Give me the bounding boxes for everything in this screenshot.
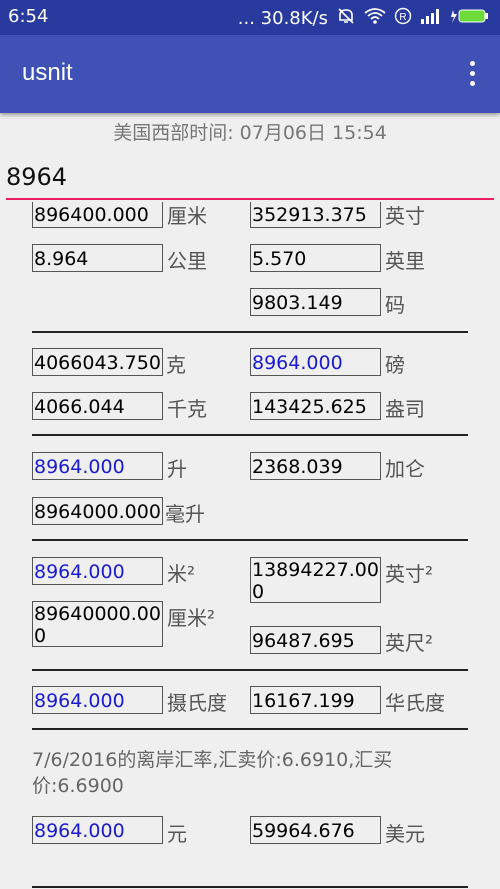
network-speed: ... 30.8K/s: [237, 8, 328, 29]
mile-value[interactable]: 5.570: [250, 244, 381, 272]
celsius-unit: 摄氏度: [167, 691, 227, 715]
km-unit: 公里: [167, 249, 207, 273]
usd-value[interactable]: 59964.676: [250, 816, 381, 844]
app-bar: usnit: [0, 35, 500, 113]
section-divider: [32, 669, 468, 671]
sq-meter-unit: 米²: [167, 562, 196, 586]
liter-unit: 升: [167, 457, 187, 481]
gram-value[interactable]: 4066043.750: [32, 348, 163, 376]
input-underline: [6, 198, 494, 200]
sq-meter-value[interactable]: 8964.000: [32, 557, 163, 585]
section-divider: [32, 434, 468, 436]
km-value[interactable]: 8.964: [32, 244, 163, 272]
value-input[interactable]: [6, 158, 486, 196]
status-icons: ... 30.8K/s R: [238, 6, 490, 31]
pound-unit: 磅: [385, 353, 405, 377]
status-bar: 6:54 ... 30.8K/s R: [0, 0, 500, 35]
app-title: usnit: [22, 59, 73, 86]
conversion-results[interactable]: 896400.000 厘米 352913.375 英寸 8.964 公里 5.5…: [0, 202, 500, 889]
mute-icon: [336, 6, 356, 31]
ounce-unit: 盎司: [385, 397, 425, 421]
yard-unit: 码: [385, 293, 405, 317]
section-divider: [32, 331, 468, 333]
status-time: 6:54: [8, 6, 49, 27]
cny-value[interactable]: 8964.000: [32, 816, 163, 844]
exchange-rate-note: 7/6/2016的离岸汇率,汇卖价:6.6910,汇买价:6.6900: [32, 749, 393, 797]
ounce-value[interactable]: 143425.625: [250, 392, 381, 420]
wifi-icon: [364, 7, 386, 30]
sq-cm-value[interactable]: 89640000.000: [32, 601, 163, 647]
kilogram-unit: 千克: [167, 397, 207, 421]
cny-unit: 元: [167, 822, 187, 846]
timezone-label: 美国西部时间: 07月06日 15:54: [113, 122, 387, 144]
pound-value[interactable]: 8964.000: [250, 348, 381, 376]
celsius-value[interactable]: 8964.000: [32, 686, 163, 714]
sq-inch-unit: 英寸²: [385, 562, 434, 586]
signal-icon: [420, 8, 442, 29]
yard-value[interactable]: 9803.149: [250, 288, 381, 316]
usd-unit: 美元: [385, 822, 425, 846]
overflow-menu-icon[interactable]: [470, 61, 476, 87]
milliliter-value[interactable]: 8964000.000: [32, 497, 163, 525]
svg-text:R: R: [399, 12, 406, 23]
section-divider: [32, 728, 468, 730]
sq-foot-unit: 英尺²: [385, 631, 434, 655]
mile-unit: 英里: [385, 249, 425, 273]
sq-foot-value[interactable]: 96487.695: [250, 626, 381, 654]
fahrenheit-unit: 华氏度: [385, 691, 445, 715]
gallon-value[interactable]: 2368.039: [250, 452, 381, 480]
sq-cm-unit: 厘米²: [167, 606, 216, 630]
section-divider: [32, 886, 468, 888]
cm-unit: 厘米: [167, 204, 207, 228]
cm-value[interactable]: 896400.000: [32, 202, 163, 228]
fahrenheit-value[interactable]: 16167.199: [250, 686, 381, 714]
value-input-row: [6, 158, 496, 200]
liter-value[interactable]: 8964.000: [32, 452, 163, 480]
kilogram-value[interactable]: 4066.044: [32, 392, 163, 420]
sq-inch-value[interactable]: 13894227.000: [250, 557, 381, 603]
battery-icon: [450, 8, 490, 29]
registered-icon: R: [394, 7, 412, 30]
inch-unit: 英寸: [385, 204, 425, 228]
gram-unit: 克: [166, 353, 186, 377]
gallon-unit: 加仑: [385, 457, 425, 481]
section-divider: [32, 539, 468, 541]
milliliter-unit: 毫升: [165, 502, 205, 526]
inch-value[interactable]: 352913.375: [250, 202, 381, 228]
